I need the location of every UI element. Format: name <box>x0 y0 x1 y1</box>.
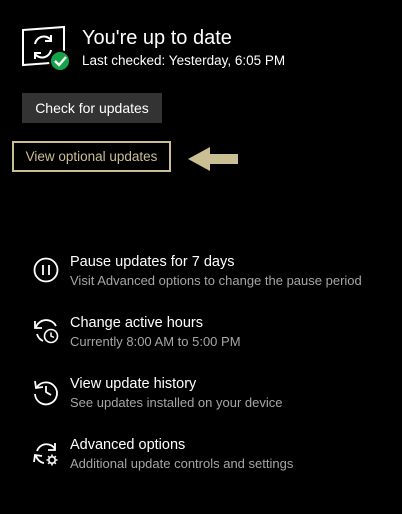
option-pause-updates[interactable]: Pause updates for 7 days Visit Advanced … <box>30 252 390 300</box>
option-description: Currently 8:00 AM to 5:00 PM <box>70 334 241 349</box>
pause-icon <box>33 257 59 283</box>
status-title: You're up to date <box>82 27 232 49</box>
option-title: Change active hours <box>70 315 203 331</box>
view-optional-updates-link[interactable]: View optional updates <box>12 141 171 172</box>
option-title: Pause updates for 7 days <box>70 254 235 270</box>
option-change-active-hours[interactable]: Change active hours Currently 8:00 AM to… <box>30 313 390 361</box>
option-description: See updates installed on your device <box>70 395 283 410</box>
option-description: Visit Advanced options to change the pau… <box>70 273 362 288</box>
option-advanced-options[interactable]: Advanced options Additional update contr… <box>30 435 390 483</box>
sync-gear-icon <box>33 443 58 466</box>
last-checked-text: Last checked: Yesterday, 6:05 PM <box>82 53 286 68</box>
option-description: Additional update controls and settings <box>70 456 294 471</box>
history-icon <box>34 380 58 406</box>
option-title: View update history <box>70 376 197 392</box>
left-arrow-icon <box>188 147 238 171</box>
sync-check-icon <box>22 25 71 72</box>
windows-update-page: You're up to date Last checked: Yesterda… <box>0 0 402 514</box>
option-view-update-history[interactable]: View update history See updates installe… <box>30 374 390 422</box>
option-title: Advanced options <box>70 437 186 453</box>
check-for-updates-button[interactable]: Check for updates <box>22 93 162 123</box>
clock-sync-icon <box>34 319 59 344</box>
